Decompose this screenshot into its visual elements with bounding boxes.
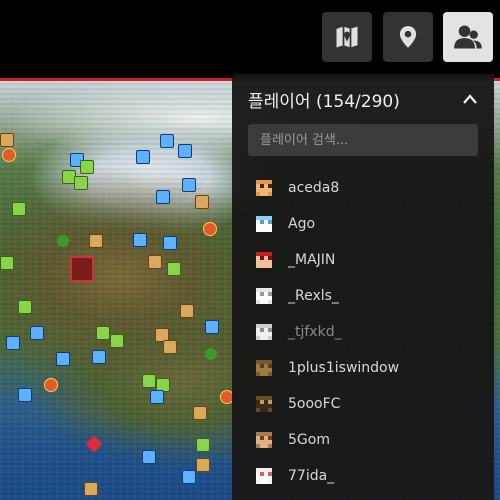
flag-marker-icon[interactable] [18,300,32,314]
players-panel-header[interactable]: 플레이어 (154/290) [248,86,478,112]
player-list-item[interactable]: 1plus1iswindow [232,350,494,386]
flag-marker-icon[interactable] [136,150,150,164]
flag-marker-icon[interactable] [196,438,210,452]
player-list-item[interactable]: aceda8 [232,170,494,206]
flag-marker-icon[interactable] [167,262,181,276]
player-list-item[interactable]: 77ida_ [232,458,494,494]
player-list-item[interactable]: _tjfxkd_ [232,314,494,350]
flag-marker-icon[interactable] [178,144,192,158]
player-name: 1plus1iswindow [288,360,400,376]
flag-marker-icon[interactable] [142,374,156,388]
location-pin-icon [399,26,417,48]
player-avatar [256,360,272,376]
player-avatar [256,180,272,196]
tree-marker-icon[interactable] [57,235,69,247]
player-list-item[interactable]: 5Gom [232,422,494,458]
player-name: 5Gom [288,432,330,448]
flag-marker-icon[interactable] [12,202,26,216]
top-toolbar [0,0,500,78]
player-avatar [256,468,272,484]
players-icon [454,25,482,49]
player-name: 77ida_ [288,468,335,484]
player-avatar [256,216,272,232]
flag-marker-icon[interactable] [163,236,177,250]
flag-marker-icon[interactable] [74,176,88,190]
chest-marker-icon[interactable] [84,482,98,496]
town-marker-icon[interactable] [203,222,217,236]
flag-marker-icon[interactable] [182,470,196,484]
town-marker-icon[interactable] [2,148,16,162]
player-list: aceda8 Ago _MAJIN _Rexls_ _tjfxkd_ 1plus1iswi… [232,170,494,494]
chest-marker-icon[interactable] [89,234,103,248]
players-panel-title: 플레이어 (154/290) [248,91,400,112]
player-search-input[interactable] [248,124,478,156]
player-avatar [256,324,272,340]
chest-marker-icon[interactable] [0,133,14,147]
player-avatar [256,396,272,412]
player-name: _tjfxkd_ [288,324,342,340]
flag-marker-icon[interactable] [30,326,44,340]
player-avatar [256,288,272,304]
flag-marker-icon[interactable] [80,160,94,174]
chest-marker-icon[interactable] [195,195,209,209]
spawn-region-marker[interactable] [70,256,94,282]
chevron-up-icon[interactable] [462,93,478,105]
player-name: aceda8 [288,180,340,196]
flag-marker-icon[interactable] [92,350,106,364]
player-name: _Rexls_ [288,288,339,304]
flag-marker-icon[interactable] [18,388,32,402]
player-list-item[interactable]: _Rexls_ [232,278,494,314]
town-marker-icon[interactable] [44,378,58,392]
players-panel: 플레이어 (154/290) aceda8 Ago _MAJIN _Rexls_ _tj… [232,74,494,500]
player-name: Ago [288,216,316,232]
flag-marker-icon[interactable] [6,336,20,350]
chest-marker-icon[interactable] [148,255,162,269]
players-button[interactable] [443,12,493,62]
map-icon [336,26,358,48]
flag-marker-icon[interactable] [182,178,196,192]
player-list-item[interactable]: 5oooFC [232,386,494,422]
flag-marker-icon[interactable] [156,190,170,204]
player-avatar [256,252,272,268]
tree-marker-icon[interactable] [205,348,217,360]
markers-button[interactable] [383,12,433,62]
chest-marker-icon[interactable] [193,406,207,420]
player-name: _MAJIN [288,252,336,268]
flag-marker-icon[interactable] [110,334,124,348]
chest-marker-icon[interactable] [163,340,177,354]
player-name: 5oooFC [288,396,341,412]
flag-marker-icon[interactable] [96,326,110,340]
player-list-item[interactable]: Ago [232,206,494,242]
flag-marker-icon[interactable] [205,320,219,334]
flag-marker-icon[interactable] [160,134,174,148]
chest-marker-icon[interactable] [180,304,194,318]
flag-marker-icon[interactable] [150,390,164,404]
flag-marker-icon[interactable] [142,450,156,464]
player-list-item[interactable]: _MAJIN [232,242,494,278]
flag-marker-icon[interactable] [56,352,70,366]
chest-marker-icon[interactable] [196,458,210,472]
player-avatar [256,432,272,448]
map-view-button[interactable] [322,12,372,62]
flag-marker-icon[interactable] [0,256,14,270]
flag-marker-icon[interactable] [133,233,147,247]
